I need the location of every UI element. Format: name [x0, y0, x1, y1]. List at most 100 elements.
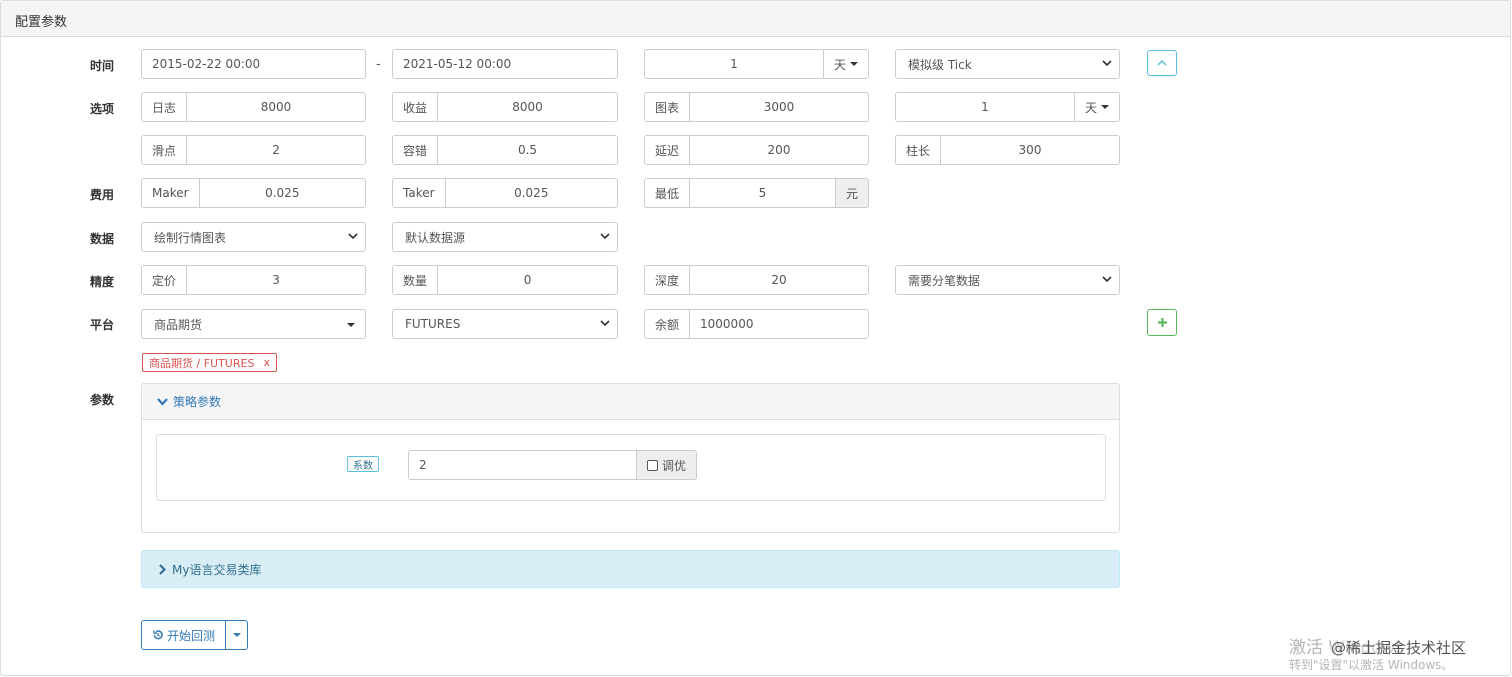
add-platform-button[interactable]	[1147, 309, 1177, 336]
panel-title: 配置参数	[1, 1, 1510, 37]
precision-label: 精度	[90, 275, 115, 289]
symbol-value: FUTURES	[405, 317, 461, 331]
depth-input[interactable]: 20	[690, 266, 868, 294]
exchange-value: 商品期货	[154, 317, 203, 332]
caret-down-icon	[1101, 105, 1109, 109]
delay-addon: 延迟	[645, 136, 691, 164]
taker-input[interactable]: 0.025	[446, 179, 617, 207]
symbol-select[interactable]: FUTURES	[392, 309, 618, 339]
caret-down-icon	[347, 323, 355, 327]
profit-input[interactable]: 8000	[438, 93, 617, 121]
price-precision-input[interactable]: 3	[187, 266, 365, 294]
profit-addon: 收益	[393, 93, 439, 121]
juejin-watermark: @稀土掘金技术社区	[1331, 637, 1467, 658]
period-unit-label: 天	[833, 57, 846, 72]
maker-input-group: Maker 0.025	[141, 178, 366, 208]
balance-input[interactable]: 1000000	[690, 310, 868, 338]
slippage-input-group: 滑点 2	[141, 135, 366, 165]
optimize-checkbox[interactable]	[646, 459, 658, 471]
taker-input-group: Taker 0.025	[392, 178, 618, 208]
chevron-down-icon	[157, 398, 168, 406]
config-panel: 配置参数 时间 2015-02-22 00:00 - 2021-05-12 00…	[0, 0, 1511, 676]
chart-mode-select[interactable]: 绘制行情图表	[141, 222, 366, 252]
backtest-dropdown-toggle[interactable]	[226, 620, 249, 650]
tolerance-input[interactable]: 0.5	[438, 136, 617, 164]
log-input-group: 日志 8000	[141, 92, 366, 122]
interval-value[interactable]: 1	[896, 93, 1074, 121]
bar-length-addon: 柱长	[896, 136, 942, 164]
fees-label: 费用	[90, 188, 115, 202]
mode-select[interactable]: 模拟级 Tick	[895, 49, 1120, 79]
chevron-down-icon	[1102, 276, 1112, 283]
platform-tag-text: 商品期货 / FUTURES	[149, 356, 255, 370]
tolerance-addon: 容错	[393, 136, 439, 164]
price-precision-group: 定价 3	[141, 265, 366, 295]
mode-select-value: 模拟级 Tick	[908, 57, 972, 72]
period-unit-dropdown[interactable]: 天	[822, 50, 868, 78]
caret-down-icon	[850, 62, 858, 66]
interval-unit-dropdown[interactable]: 天	[1073, 93, 1119, 121]
chevron-down-icon	[1102, 60, 1112, 67]
depth-addon: 深度	[645, 266, 691, 294]
maker-addon: Maker	[142, 179, 200, 207]
amount-precision-input[interactable]: 0	[438, 266, 617, 294]
min-fee-addon: 最低	[645, 179, 691, 207]
strategy-params-title: 策略参数	[173, 395, 222, 409]
chevron-right-icon	[159, 563, 166, 575]
depth-group: 深度 20	[644, 265, 869, 295]
time-label: 时间	[90, 59, 115, 73]
maker-input[interactable]: 0.025	[200, 179, 365, 207]
start-backtest-button[interactable]: 开始回测	[141, 620, 227, 650]
strategy-params-toggle[interactable]: 策略参数	[142, 384, 1119, 420]
data-source-select[interactable]: 默认数据源	[392, 222, 618, 252]
balance-addon: 余额	[645, 310, 691, 338]
params-label: 参数	[90, 393, 115, 407]
chart-input[interactable]: 3000	[690, 93, 868, 121]
options-label: 选项	[90, 102, 115, 116]
taker-addon: Taker	[393, 179, 446, 207]
exchange-dropdown[interactable]: 商品期货	[141, 309, 366, 339]
collapse-button[interactable]	[1147, 50, 1177, 76]
balance-group: 余额 1000000	[644, 309, 869, 339]
platform-tag: 商品期货 / FUTURES x	[142, 353, 277, 372]
log-input[interactable]: 8000	[187, 93, 365, 121]
log-addon: 日志	[142, 93, 188, 121]
data-source-value: 默认数据源	[405, 230, 466, 245]
chevron-down-icon	[600, 233, 610, 240]
history-icon	[152, 630, 163, 640]
min-fee-input[interactable]: 5	[690, 179, 835, 207]
period-value[interactable]: 1	[645, 50, 823, 78]
coef-input-group: 2 调优	[408, 450, 697, 480]
tolerance-input-group: 容错 0.5	[392, 135, 618, 165]
interval-unit-label: 天	[1084, 100, 1097, 115]
amount-precision-group: 数量 0	[392, 265, 618, 295]
plus-icon	[1157, 318, 1167, 327]
bar-length-input-group: 柱长 300	[895, 135, 1120, 165]
slippage-input[interactable]: 2	[187, 136, 365, 164]
tick-data-select[interactable]: 需要分笔数据	[895, 265, 1120, 295]
price-addon: 定价	[142, 266, 188, 294]
date-separator: -	[376, 57, 381, 72]
optimize-addon[interactable]: 调优	[635, 451, 696, 479]
currency-addon: 元	[834, 179, 868, 207]
slippage-addon: 滑点	[142, 136, 188, 164]
profit-input-group: 收益 8000	[392, 92, 618, 122]
caret-down-icon	[232, 633, 241, 637]
optimize-label: 调优	[661, 458, 686, 473]
bar-length-input[interactable]: 300	[941, 136, 1119, 164]
data-label: 数据	[90, 232, 115, 246]
chevron-down-icon	[348, 233, 358, 240]
library-panel[interactable]: My语言交易类库	[141, 550, 1120, 588]
delay-input[interactable]: 200	[690, 136, 868, 164]
interval-input-group: 1 天	[895, 92, 1120, 122]
amount-addon: 数量	[393, 266, 439, 294]
end-date-input[interactable]: 2021-05-12 00:00	[392, 49, 618, 79]
remove-tag-button[interactable]: x	[263, 356, 270, 369]
start-date-input[interactable]: 2015-02-22 00:00	[141, 49, 366, 79]
coef-label: 系数	[347, 456, 379, 472]
platform-label: 平台	[90, 318, 115, 332]
delay-input-group: 延迟 200	[644, 135, 869, 165]
chevron-up-icon	[1157, 59, 1167, 66]
start-backtest-label: 开始回测	[167, 628, 216, 643]
coef-input[interactable]: 2	[409, 451, 636, 479]
